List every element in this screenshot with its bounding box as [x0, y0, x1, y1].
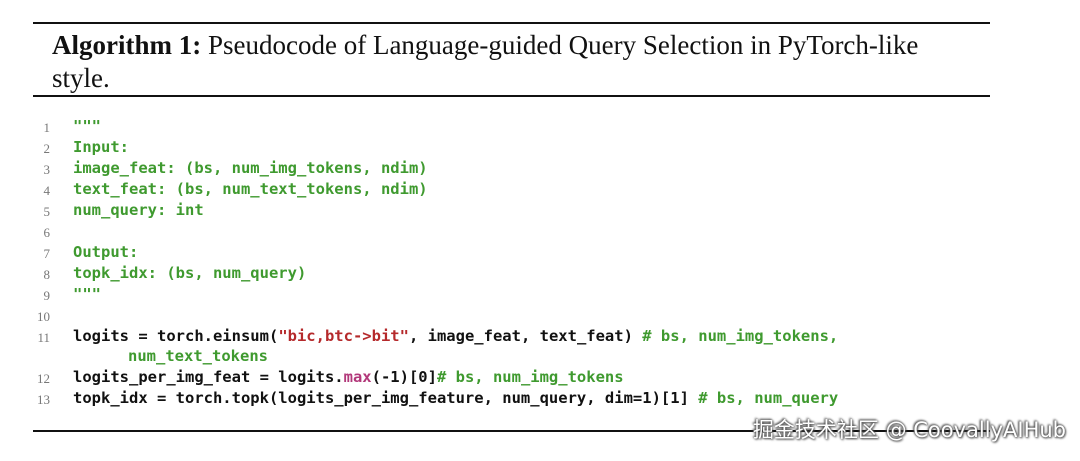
code-text: topk_idx = torch.topk(logits_per_img_fea… — [73, 389, 699, 407]
code-line-6: 6 — [30, 222, 67, 242]
code-line-8: 8 topk_idx: (bs, num_query) — [30, 264, 307, 284]
code-line-13: 13 topk_idx = torch.topk(logits_per_img_… — [30, 389, 838, 409]
code-text: , image_feat, text_feat) — [408, 327, 643, 345]
code-topk: topk_idx = torch.topk(logits_per_img_fea… — [73, 389, 838, 407]
docstring-num-query: num_query: int — [73, 201, 204, 219]
code-line-10: 10 — [30, 306, 67, 326]
docstring-input-heading: Input: — [73, 138, 129, 156]
code-comment-continuation: num_text_tokens — [128, 347, 268, 365]
line-number: 5 — [43, 204, 51, 219]
code-line-4: 4 text_feat: (bs, num_text_tokens, ndim) — [30, 180, 428, 200]
code-line-9: 9 """ — [30, 285, 102, 305]
line-number: 12 — [37, 371, 50, 386]
line-number: 11 — [37, 330, 50, 345]
line-number: 4 — [43, 183, 51, 198]
docstring-output-heading: Output: — [73, 243, 139, 261]
code-line-2: 2 Input: — [30, 138, 130, 158]
algorithm-caption: Algorithm 1: Pseudocode of Language-guid… — [52, 29, 952, 95]
docstring-topk-idx: topk_idx: (bs, num_query) — [73, 264, 307, 282]
code-line-5: 5 num_query: int — [30, 201, 204, 221]
code-comment: # bs, num_query — [698, 389, 839, 407]
code-line-11: 11 logits = torch.einsum("bic,btc->bit",… — [30, 327, 838, 347]
caption-rule — [33, 95, 990, 97]
line-number: 7 — [43, 246, 51, 261]
line-number: 13 — [37, 392, 50, 407]
code-text: (-1)[0] — [371, 368, 437, 386]
code-comment: # bs, num_img_tokens — [436, 368, 624, 386]
code-text: logits = torch.einsum( — [73, 327, 279, 345]
line-number: 2 — [43, 141, 51, 156]
code-logits-max: logits_per_img_feat = logits.max(-1)[0]#… — [73, 368, 624, 386]
code-line-7: 7 Output: — [30, 243, 139, 263]
code-line-12: 12 logits_per_img_feat = logits.max(-1)[… — [30, 368, 624, 388]
line-number: 9 — [43, 288, 51, 303]
string-literal: "bic,btc->bit" — [278, 327, 409, 345]
algorithm-label: Algorithm 1: — [52, 30, 202, 60]
line-number: 8 — [43, 267, 51, 282]
top-rule — [33, 22, 990, 24]
code-comment: # bs, num_img_tokens, — [642, 327, 839, 345]
code-logits-einsum: logits = torch.einsum("bic,btc->bit", im… — [73, 327, 838, 345]
code-text: logits_per_img_feat = logits. — [73, 368, 344, 386]
watermark: 掘金技术社区 @ CoovallyAIHub — [752, 418, 1066, 442]
line-number: 1 — [43, 120, 51, 135]
code-line-11-continuation: num_text_tokens — [30, 347, 268, 367]
builtin-keyword: max — [343, 368, 372, 386]
docstring-image-feat: image_feat: (bs, num_img_tokens, ndim) — [73, 159, 428, 177]
line-number: 3 — [43, 162, 51, 177]
code-line-1: 1 """ — [30, 117, 102, 137]
line-number: 6 — [43, 225, 51, 240]
code-line-3: 3 image_feat: (bs, num_img_tokens, ndim) — [30, 159, 428, 179]
docstring-open: """ — [73, 117, 101, 135]
line-number: 10 — [37, 309, 50, 324]
docstring-text-feat: text_feat: (bs, num_text_tokens, ndim) — [73, 180, 428, 198]
docstring-close: """ — [73, 285, 101, 303]
